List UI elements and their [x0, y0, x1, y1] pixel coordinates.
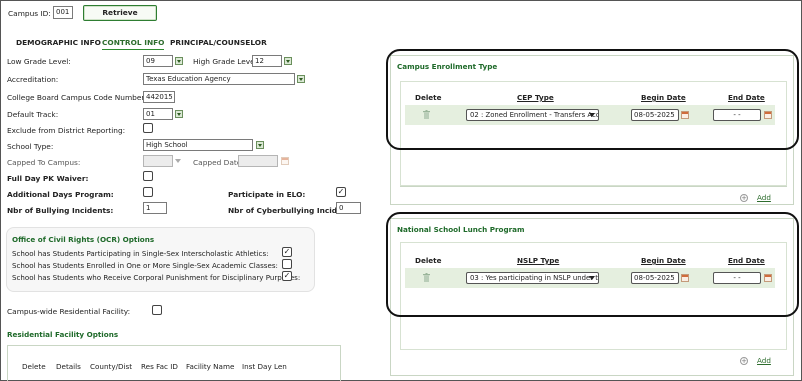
col-delete: Delete [22, 362, 46, 371]
additional-days-label: Additional Days Program: [7, 190, 114, 199]
ocr-academic-classes-label: School has Students Enrolled in One or M… [12, 261, 278, 270]
residential-options-title: Residential Facility Options [7, 330, 119, 339]
col-county-dist: County/Dist [90, 362, 133, 371]
col-inst-day-len: Inst Day Len [242, 362, 287, 371]
full-day-pk-label: Full Day PK Waiver: [7, 174, 89, 183]
participate-elo-checkbox[interactable]: ✓ [336, 187, 346, 197]
ocr-corporal-punishment-label: School has Students who Receive Corporal… [12, 273, 301, 282]
high-grade-label: High Grade Level: [193, 57, 260, 66]
ocr-academic-classes-checkbox[interactable] [282, 259, 292, 269]
retrieve-button[interactable]: Retrieve [83, 5, 157, 21]
tab-principal-counselor[interactable]: PRINCIPAL/COUNSELOR [170, 38, 267, 47]
exclude-reporting-label: Exclude from District Reporting: [7, 126, 126, 135]
capped-date-label: Capped Date: [193, 158, 244, 167]
cyberbullying-input[interactable]: 0 [336, 202, 361, 214]
exclude-reporting-checkbox[interactable] [143, 123, 153, 133]
school-type-select[interactable]: High School [143, 139, 253, 151]
enrollment-divider [400, 186, 787, 187]
full-day-pk-checkbox[interactable] [143, 171, 153, 181]
capped-to-campus-select[interactable] [143, 155, 173, 167]
highlight-outline [386, 49, 799, 150]
add-icon[interactable]: + [740, 194, 748, 202]
accreditation-select[interactable]: Texas Education Agency [143, 73, 295, 85]
college-board-input[interactable]: 442015 [143, 91, 175, 103]
bullying-input[interactable]: 1 [143, 202, 167, 214]
low-grade-select[interactable]: 09 [143, 55, 173, 67]
additional-days-checkbox[interactable] [143, 187, 153, 197]
ocr-athletics-label: School has Students Participating in Sin… [12, 249, 269, 258]
default-track-select[interactable]: 01 [143, 108, 173, 120]
school-type-label: School Type: [7, 142, 54, 151]
col-details: Details [56, 362, 81, 371]
col-facility-name: Facility Name [186, 362, 235, 371]
highlight-outline [386, 212, 799, 317]
school-type-dropdown-icon[interactable] [256, 141, 264, 149]
accreditation-label: Accreditation: [7, 75, 59, 84]
accreditation-dropdown-icon[interactable] [297, 75, 305, 83]
enrollment-add-link[interactable]: Add [757, 193, 771, 202]
high-grade-select[interactable]: 12 [252, 55, 282, 67]
high-grade-dropdown-icon[interactable] [284, 57, 292, 65]
capped-to-campus-label: Capped To Campus: [7, 158, 81, 167]
ocr-corporal-punishment-checkbox[interactable]: ✓ [282, 271, 292, 281]
capped-date-input[interactable] [238, 155, 278, 167]
col-res-fac-id: Res Fac ID [141, 362, 178, 371]
college-board-label: College Board Campus Code Number: [7, 93, 147, 102]
bullying-label: Nbr of Bullying Incidents: [7, 206, 114, 215]
participate-elo-label: Participate in ELO: [228, 190, 306, 199]
residential-facility-checkbox[interactable] [152, 305, 162, 315]
add-icon[interactable]: + [740, 357, 748, 365]
default-track-label: Default Track: [7, 110, 59, 119]
default-track-dropdown-icon[interactable] [175, 110, 183, 118]
ocr-options-title: Office of Civil Rights (OCR) Options [12, 235, 155, 244]
ocr-athletics-checkbox[interactable]: ✓ [282, 247, 292, 257]
campus-id-label: Campus ID: [8, 9, 51, 18]
tab-control-info[interactable]: CONTROL INFO [102, 38, 165, 50]
capped-date-calendar-icon[interactable] [281, 157, 289, 165]
residential-facility-label: Campus-wide Residential Facility: [7, 307, 131, 316]
nslp-add-link[interactable]: Add [757, 356, 771, 365]
low-grade-dropdown-icon[interactable] [175, 57, 183, 65]
campus-id-input[interactable]: 001 [53, 6, 73, 19]
tab-demographic-info[interactable]: DEMOGRAPHIC INFO [16, 38, 101, 47]
low-grade-label: Low Grade Level: [7, 57, 71, 66]
capped-to-campus-dropdown-icon[interactable] [175, 159, 181, 163]
